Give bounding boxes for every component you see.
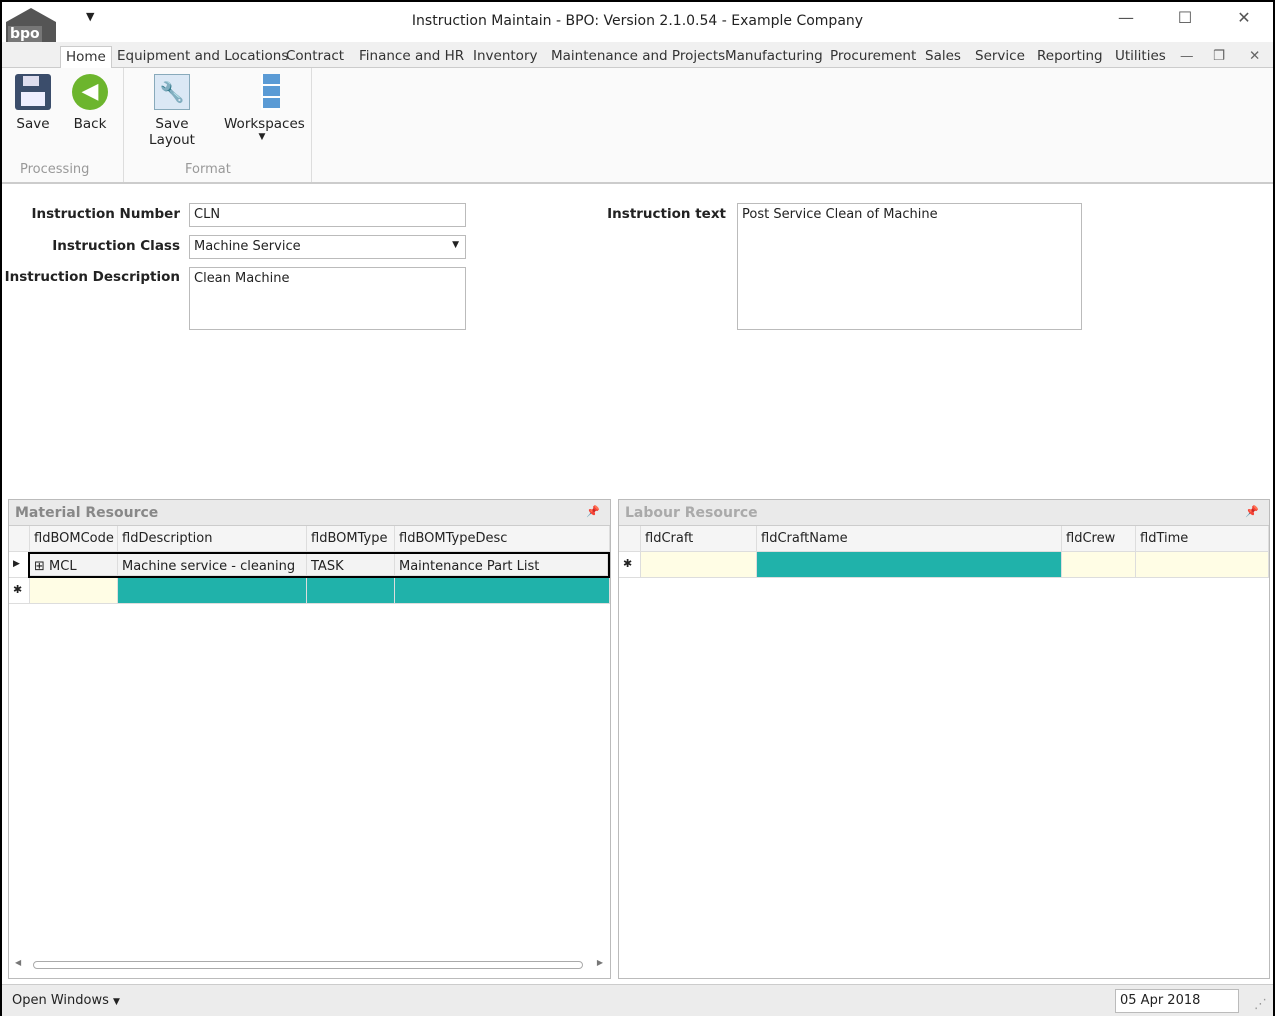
- floppy-disk-icon: [15, 74, 51, 110]
- tab-reporting[interactable]: Reporting: [1037, 46, 1103, 68]
- instruction-class-select[interactable]: Machine Service ▼: [189, 235, 466, 259]
- dropdown-arrow-icon: ▼: [113, 997, 120, 1007]
- layout-wrench-icon: 🔧: [154, 74, 190, 110]
- col-description[interactable]: fldDescription: [118, 526, 307, 552]
- logo-text: bpo: [8, 26, 42, 42]
- tab-procurement[interactable]: Procurement: [830, 46, 916, 68]
- col-bomtypedesc[interactable]: fldBOMTypeDesc: [395, 526, 610, 552]
- resize-grip-icon[interactable]: ⋰: [1254, 997, 1267, 1012]
- instruction-text-label: Instruction text: [607, 206, 726, 222]
- tab-home[interactable]: Home: [60, 46, 112, 68]
- save-label: Save: [16, 116, 50, 132]
- mdi-minimize-button[interactable]: —: [1180, 46, 1194, 68]
- new-row-icon: ✱: [619, 552, 641, 578]
- status-bar: Open Windows ▼ 05 Apr 2018 ⋰: [2, 984, 1273, 1016]
- minimize-button[interactable]: —: [1106, 8, 1146, 27]
- tab-equipment[interactable]: Equipment and Locations: [117, 46, 288, 68]
- workspaces-grid-icon: [244, 74, 280, 110]
- col-craft[interactable]: fldCraft: [641, 526, 757, 552]
- new-cell[interactable]: [1136, 552, 1269, 578]
- col-bomtype[interactable]: fldBOMType: [307, 526, 395, 552]
- row-indicator-icon: ▶: [9, 552, 30, 578]
- pin-icon[interactable]: 📌: [1245, 505, 1259, 518]
- mdi-restore-button[interactable]: ❐: [1213, 46, 1225, 68]
- instruction-number-label: Instruction Number: [31, 206, 180, 222]
- col-crew[interactable]: fldCrew: [1062, 526, 1136, 552]
- app-window: Instruction Maintain - BPO: Version 2.1.…: [0, 0, 1275, 1016]
- instruction-text-input[interactable]: Post Service Clean of Machine: [737, 203, 1082, 330]
- dropdown-arrow-icon: ▼: [258, 132, 266, 142]
- mdi-close-button[interactable]: ✕: [1249, 46, 1260, 68]
- new-cell[interactable]: [118, 578, 307, 604]
- save-button[interactable]: Save: [14, 74, 52, 132]
- instruction-description-label: Instruction Description: [4, 269, 180, 285]
- material-resource-panel: Material Resource 📌 fldBOMCode fldDescrip…: [8, 499, 611, 979]
- new-cell[interactable]: [395, 578, 610, 604]
- new-cell[interactable]: [757, 552, 1062, 578]
- new-cell[interactable]: [30, 578, 118, 604]
- new-cell[interactable]: [1062, 552, 1136, 578]
- labour-panel-title: Labour Resource: [625, 505, 758, 521]
- close-button[interactable]: ✕: [1224, 8, 1264, 27]
- ribbon-tabs: Home Equipment and Locations Contract Fi…: [2, 42, 1273, 68]
- save-layout-label: Save Layout: [149, 116, 195, 148]
- instruction-number-input[interactable]: CLN: [189, 203, 466, 227]
- col-bomcode[interactable]: fldBOMCode: [30, 526, 118, 552]
- tab-manufacturing[interactable]: Manufacturing: [725, 46, 823, 68]
- horizontal-scrollbar[interactable]: ◀ ▶: [15, 958, 603, 972]
- col-craftname[interactable]: fldCraftName: [757, 526, 1062, 552]
- chevron-down-icon: ▼: [452, 240, 459, 250]
- date-field[interactable]: 05 Apr 2018: [1115, 989, 1239, 1013]
- tab-service[interactable]: Service: [975, 46, 1025, 68]
- cell-description[interactable]: Machine service - cleaning: [118, 554, 307, 576]
- open-windows-button[interactable]: Open Windows ▼: [12, 993, 120, 1008]
- new-row[interactable]: ✱: [9, 578, 610, 604]
- new-cell[interactable]: [307, 578, 395, 604]
- tab-contract[interactable]: Contract: [286, 46, 344, 68]
- tab-finance[interactable]: Finance and HR: [359, 46, 464, 68]
- back-arrow-icon: ◀: [72, 74, 108, 110]
- workspaces-button[interactable]: Workspaces ▼: [224, 74, 305, 142]
- material-header-row: fldBOMCode fldDescription fldBOMType fld…: [9, 526, 610, 552]
- cell-bomtypedesc[interactable]: Maintenance Part List: [395, 554, 608, 576]
- group-format: Format: [185, 162, 231, 177]
- pin-icon[interactable]: 📌: [586, 505, 600, 518]
- cell-bomtype[interactable]: TASK: [307, 554, 395, 576]
- tab-utilities[interactable]: Utilities: [1115, 46, 1166, 68]
- cell-bomcode: ⊞ MCL: [30, 554, 118, 576]
- col-time[interactable]: fldTime: [1136, 526, 1269, 552]
- instruction-class-value: Machine Service: [194, 239, 301, 254]
- window-title: Instruction Maintain - BPO: Version 2.1.…: [411, 13, 864, 29]
- labour-header-row: fldCraft fldCraftName fldCrew fldTime: [619, 526, 1269, 552]
- quick-access-dropdown-icon[interactable]: ▼: [86, 10, 94, 23]
- workspaces-label: Workspaces: [224, 116, 305, 132]
- tab-inventory[interactable]: Inventory: [473, 46, 537, 68]
- material-panel-title: Material Resource: [15, 505, 159, 521]
- tab-maintenance[interactable]: Maintenance and Projects: [551, 46, 725, 68]
- new-row[interactable]: ✱: [619, 552, 1269, 578]
- group-processing: Processing: [20, 162, 90, 177]
- table-row[interactable]: ▶ ⊞ MCL Machine service - cleaning TASK …: [9, 552, 610, 578]
- maximize-button[interactable]: ☐: [1165, 8, 1205, 27]
- labour-resource-panel: Labour Resource 📌 fldCraft fldCraftName f…: [618, 499, 1270, 979]
- tab-sales[interactable]: Sales: [925, 46, 961, 68]
- back-label: Back: [73, 116, 107, 132]
- instruction-class-label: Instruction Class: [52, 238, 180, 254]
- expand-icon[interactable]: ⊞: [34, 559, 49, 574]
- back-button[interactable]: ◀ Back: [70, 74, 110, 132]
- new-cell[interactable]: [641, 552, 757, 578]
- ribbon: Save ◀ Back 🔧 Save Layout Workspaces ▼ Pr…: [2, 68, 1273, 184]
- new-row-icon: ✱: [9, 578, 30, 604]
- save-layout-button[interactable]: 🔧 Save Layout: [132, 74, 212, 148]
- instruction-description-input[interactable]: Clean Machine: [189, 267, 466, 330]
